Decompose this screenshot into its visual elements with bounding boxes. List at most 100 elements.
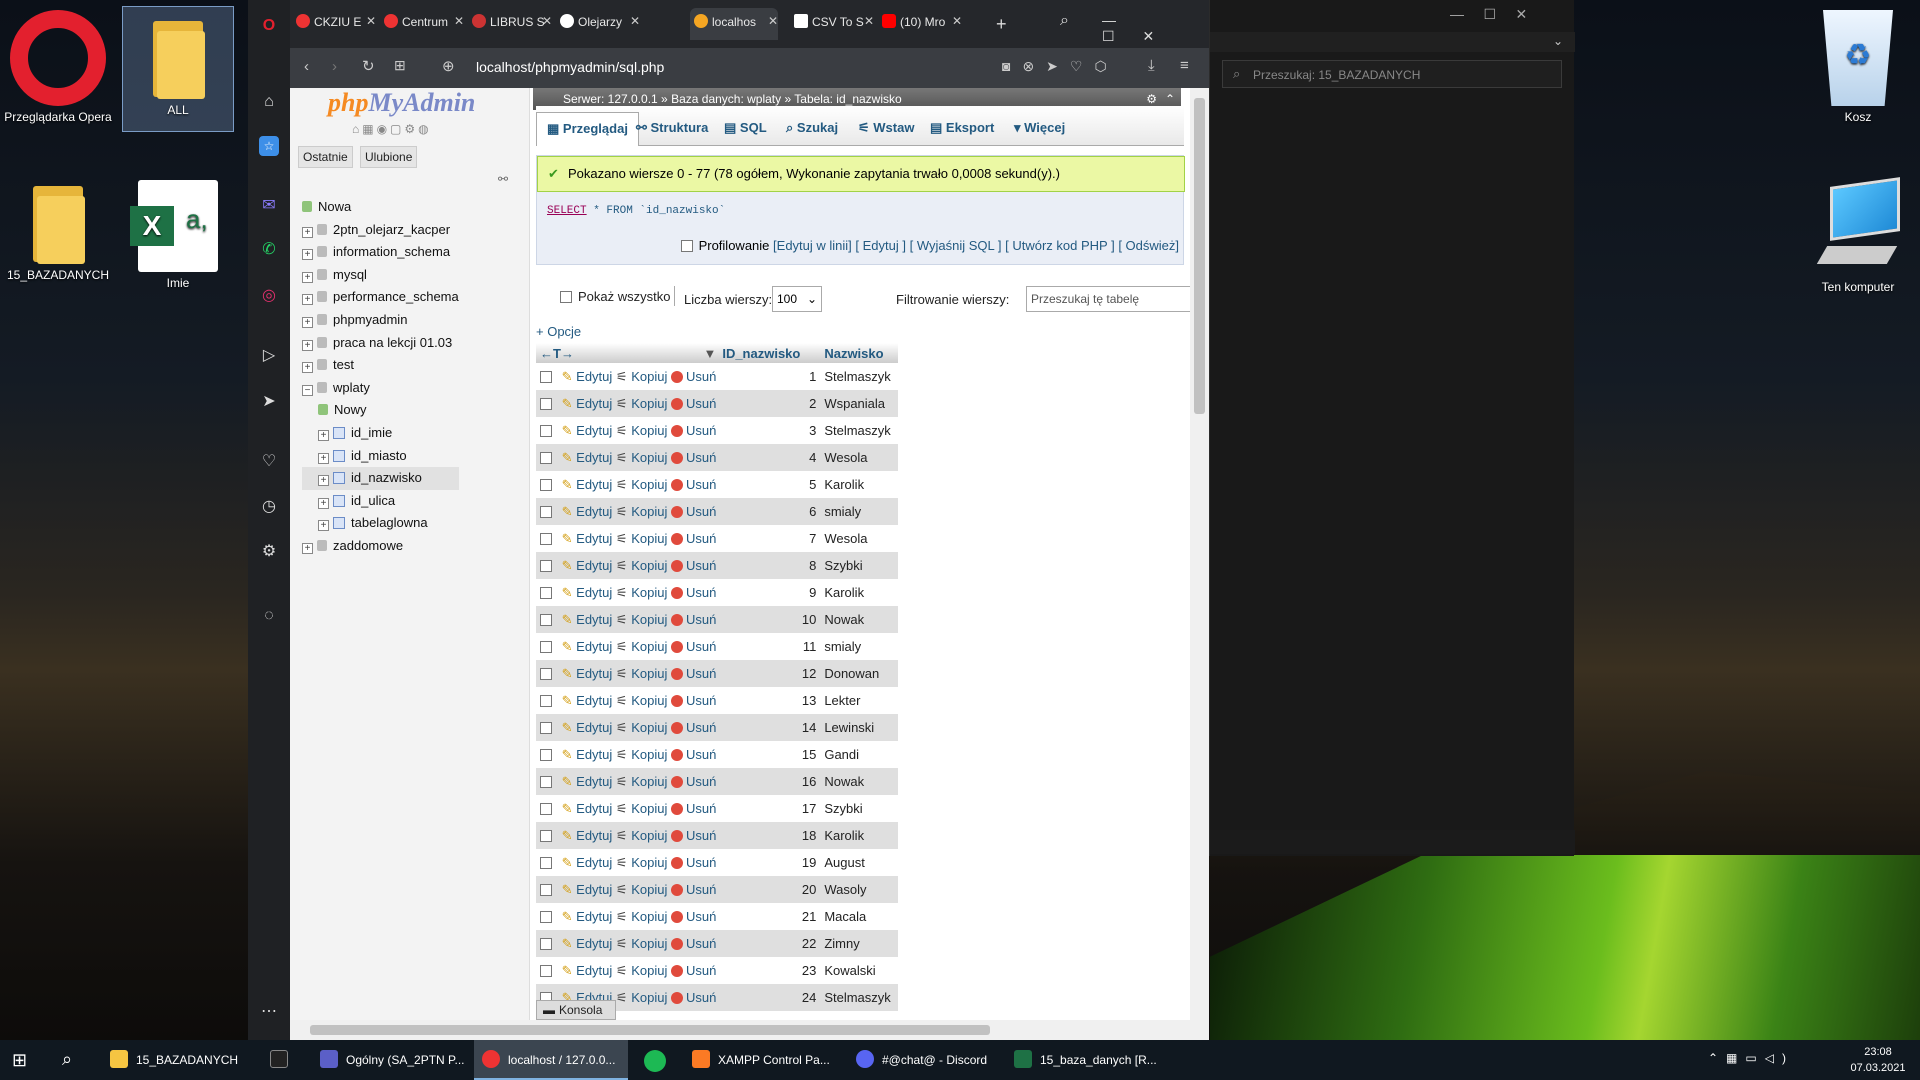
copy-action[interactable]: ⚟ Kopiuj: [616, 585, 667, 600]
home-icon[interactable]: ⌂: [259, 92, 279, 112]
delete-action[interactable]: Usuń: [670, 504, 716, 519]
column-header-nazwisko[interactable]: Nazwisko: [820, 343, 899, 363]
tree-item[interactable]: + id_miasto: [302, 445, 459, 468]
edit-action[interactable]: ✎ Edytuj: [562, 936, 613, 951]
edit-action[interactable]: ✎ Edytuj: [562, 693, 613, 708]
close-icon[interactable]: ✕: [366, 14, 376, 28]
close-icon[interactable]: ✕: [454, 14, 464, 28]
edit-action[interactable]: ✎ Edytuj: [562, 369, 613, 384]
player-icon[interactable]: ▷: [259, 346, 279, 366]
expand-icon[interactable]: +: [302, 316, 313, 328]
row-checkbox[interactable]: [540, 532, 552, 545]
row-checkbox[interactable]: [540, 613, 552, 626]
desktop-icon-15-bazadanych[interactable]: 15_BAZADANYCH: [2, 180, 114, 282]
expand-icon[interactable]: +: [302, 226, 313, 238]
row-checkbox[interactable]: [540, 937, 552, 950]
tree-item[interactable]: + id_nazwisko: [302, 467, 459, 490]
cell-id[interactable]: 23: [720, 957, 820, 984]
copy-action[interactable]: ⚟ Kopiuj: [616, 639, 667, 654]
cell-nazwisko[interactable]: Nowak: [820, 606, 899, 633]
cell-nazwisko[interactable]: Donowan: [820, 660, 899, 687]
tree-item[interactable]: + id_imie: [302, 422, 459, 445]
copy-action[interactable]: ⚟ Kopiuj: [616, 666, 667, 681]
delete-action[interactable]: Usuń: [670, 477, 716, 492]
download-icon[interactable]: ⤓: [1148, 57, 1155, 74]
messenger-icon[interactable]: ✉: [259, 196, 279, 216]
windows-start-icon[interactable]: ⊞: [12, 1050, 27, 1071]
instagram-icon[interactable]: ◎: [259, 286, 279, 306]
delete-action[interactable]: Usuń: [670, 639, 716, 654]
vertical-scrollbar[interactable]: [1190, 88, 1209, 1020]
copy-action[interactable]: ⚟ Kopiuj: [616, 963, 667, 978]
tab-librus[interactable]: LIBRUS S ✕: [472, 14, 552, 38]
tab-more[interactable]: ▾ Więcej: [1014, 120, 1065, 136]
taskbar-item-excel[interactable]: 15_baza_danych [R...: [1006, 1040, 1162, 1080]
link-icon[interactable]: ⚯: [498, 172, 508, 186]
reload-icon[interactable]: ↻: [362, 57, 375, 75]
tab-github[interactable]: Olejarzy ✕: [560, 14, 640, 38]
copy-action[interactable]: ⚟ Kopiuj: [616, 504, 667, 519]
delete-action[interactable]: Usuń: [670, 558, 716, 573]
console-button[interactable]: ▬ Konsola: [536, 1000, 616, 1020]
tree-item[interactable]: + information_schema: [302, 241, 459, 264]
delete-action[interactable]: Usuń: [670, 369, 716, 384]
desktop-icon-recycle-bin[interactable]: ♻ Kosz: [1802, 10, 1914, 124]
taskbar-item-spotify[interactable]: [636, 1040, 676, 1080]
delete-action[interactable]: Usuń: [670, 531, 716, 546]
tab-search[interactable]: ⌕ Szukaj: [786, 120, 838, 136]
copy-action[interactable]: ⚟ Kopiuj: [616, 855, 667, 870]
tree-item[interactable]: Nowa: [302, 196, 459, 219]
tab-centrum[interactable]: Centrum ✕: [384, 14, 464, 38]
edit-link[interactable]: [ Edytuj ]: [855, 238, 906, 253]
expand-icon[interactable]: +: [302, 294, 313, 306]
tab-insert[interactable]: ⚟ Wstaw: [858, 120, 914, 136]
delete-action[interactable]: Usuń: [670, 666, 716, 681]
heart-icon[interactable]: ♡: [259, 452, 279, 472]
edit-action[interactable]: ✎ Edytuj: [562, 774, 613, 789]
cell-id[interactable]: 12: [720, 660, 821, 687]
options-link[interactable]: + Opcje: [536, 324, 581, 339]
cell-id[interactable]: 17: [720, 795, 820, 822]
taskbar-item-explorer[interactable]: 15_BAZADANYCH: [102, 1040, 242, 1080]
send-icon[interactable]: ➤: [259, 392, 279, 412]
edit-action[interactable]: ✎ Edytuj: [562, 963, 613, 978]
scrollbar-thumb[interactable]: [310, 1025, 990, 1035]
lightbulb-icon[interactable]: ◌: [259, 606, 279, 626]
desktop-icon-this-pc[interactable]: Ten komputer: [1802, 177, 1914, 294]
cell-id[interactable]: 20: [720, 876, 821, 903]
desktop-icon-all[interactable]: ALL: [122, 6, 234, 132]
cell-nazwisko[interactable]: Stelmaszyk: [820, 417, 898, 444]
edit-action[interactable]: ✎ Edytuj: [562, 882, 613, 897]
create-php-link[interactable]: [ Utwórz kod PHP ]: [1005, 238, 1115, 253]
sql-keyword[interactable]: SELECT: [547, 205, 587, 217]
window-controls[interactable]: —☐✕: [1102, 12, 1209, 45]
tab-browse[interactable]: ▦ Przeglądaj: [536, 112, 639, 146]
delete-action[interactable]: Usuń: [670, 963, 716, 978]
explain-sql-link[interactable]: [ Wyjaśnij SQL ]: [910, 238, 1002, 253]
row-checkbox[interactable]: [540, 478, 552, 491]
expand-icon[interactable]: +: [318, 520, 329, 532]
copy-action[interactable]: ⚟ Kopiuj: [616, 423, 667, 438]
cell-id[interactable]: 15: [720, 741, 820, 768]
copy-action[interactable]: ⚟ Kopiuj: [616, 450, 667, 465]
clock[interactable]: 23:08 07.03.2021: [1848, 1044, 1908, 1076]
desktop-icon-opera[interactable]: Przeglądarka Opera: [2, 10, 114, 124]
close-icon[interactable]: ✕: [542, 14, 552, 28]
tree-item[interactable]: − wplaty: [302, 377, 459, 400]
cell-nazwisko[interactable]: Karolik: [820, 471, 898, 498]
delete-action[interactable]: Usuń: [670, 828, 716, 843]
row-checkbox[interactable]: [540, 370, 552, 383]
delete-action[interactable]: Usuń: [670, 774, 716, 789]
taskbar-item-discord[interactable]: #@chat@ - Discord: [848, 1040, 998, 1080]
edit-action[interactable]: ✎ Edytuj: [562, 396, 613, 411]
tree-item[interactable]: + phpmyadmin: [302, 309, 459, 332]
cell-id[interactable]: 11: [720, 633, 820, 660]
expand-icon[interactable]: +: [318, 429, 329, 441]
new-tab-button[interactable]: +: [996, 14, 1007, 35]
cell-nazwisko[interactable]: Zimny: [820, 930, 899, 957]
cell-nazwisko[interactable]: Wesola: [820, 444, 899, 471]
cell-nazwisko[interactable]: Kowalski: [820, 957, 898, 984]
row-checkbox[interactable]: [540, 883, 552, 896]
row-checkbox[interactable]: [540, 451, 552, 464]
show-all-row[interactable]: Pokaż wszystko: [560, 289, 670, 304]
